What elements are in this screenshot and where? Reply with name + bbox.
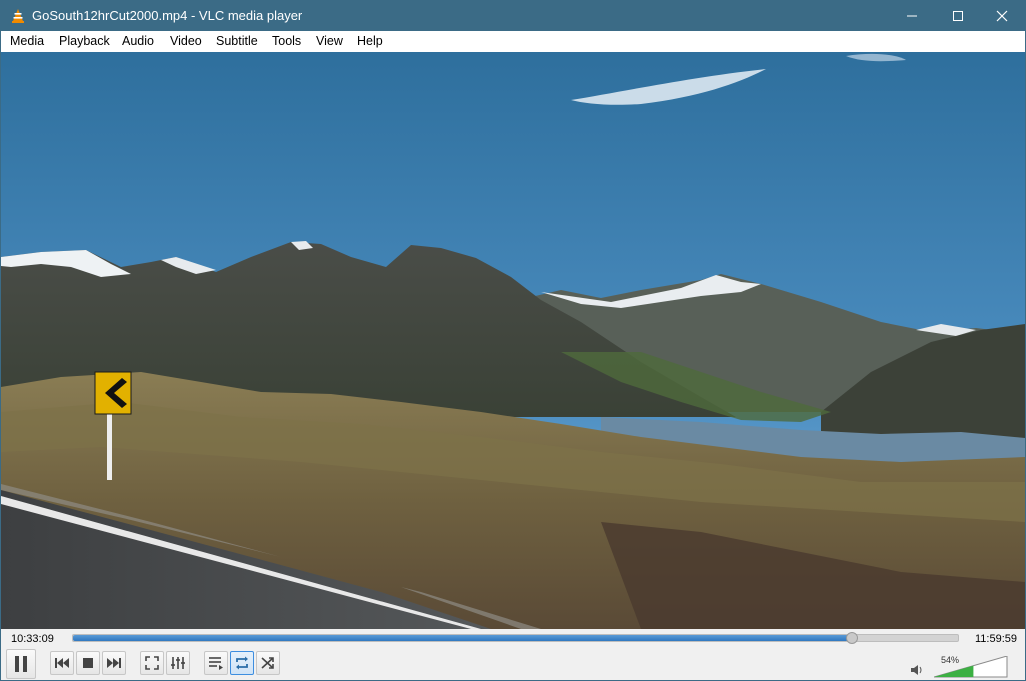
video-display[interactable] — [1, 52, 1025, 629]
seek-progress — [73, 635, 852, 641]
elapsed-time[interactable]: 10:33:09 — [11, 633, 54, 645]
menu-playback[interactable]: Playback — [59, 34, 110, 48]
controls-bar: 10:33:09 11:59:59 54% — [1, 629, 1025, 680]
shuffle-icon — [261, 657, 274, 669]
menu-media[interactable]: Media — [10, 34, 44, 48]
playlist-button[interactable] — [204, 651, 228, 675]
maximize-button[interactable] — [935, 1, 981, 31]
vlc-cone-icon — [12, 9, 24, 23]
menu-tools[interactable]: Tools — [272, 34, 301, 48]
stop-icon — [83, 658, 93, 668]
title-bar[interactable]: GoSouth12hrCut2000.mp4 - VLC media playe… — [1, 1, 1025, 31]
window-title: GoSouth12hrCut2000.mp4 - VLC media playe… — [32, 8, 303, 23]
playlist-icon — [209, 657, 223, 670]
equalizer-icon — [171, 657, 185, 669]
menu-video[interactable]: Video — [170, 34, 202, 48]
next-button[interactable] — [102, 651, 126, 675]
previous-icon — [55, 658, 69, 668]
loop-button[interactable] — [230, 651, 254, 675]
total-time[interactable]: 11:59:59 — [975, 633, 1017, 645]
shuffle-button[interactable] — [256, 651, 280, 675]
menu-audio[interactable]: Audio — [122, 34, 154, 48]
menu-help[interactable]: Help — [357, 34, 383, 48]
pause-icon — [15, 656, 27, 672]
menu-bar: Media Playback Audio Video Subtitle Tool… — [1, 31, 1025, 52]
minimize-button[interactable] — [889, 1, 935, 31]
menu-view[interactable]: View — [316, 34, 343, 48]
extended-settings-button[interactable] — [166, 651, 190, 675]
stop-button[interactable] — [76, 651, 100, 675]
previous-button[interactable] — [50, 651, 74, 675]
next-icon — [107, 658, 121, 668]
minimize-icon — [907, 15, 917, 17]
vlc-window: GoSouth12hrCut2000.mp4 - VLC media playe… — [0, 0, 1026, 681]
fullscreen-button[interactable] — [140, 651, 164, 675]
speaker-icon[interactable] — [910, 664, 924, 676]
seek-slider[interactable] — [72, 632, 959, 644]
maximize-icon — [953, 11, 963, 21]
close-icon — [996, 10, 1008, 22]
close-button[interactable] — [979, 1, 1025, 31]
menu-subtitle[interactable]: Subtitle — [216, 34, 258, 48]
pause-button[interactable] — [6, 649, 36, 679]
video-frame — [1, 52, 1025, 629]
loop-icon — [236, 656, 248, 670]
seek-handle[interactable] — [845, 632, 858, 644]
fullscreen-icon — [145, 656, 159, 670]
volume-slider[interactable] — [934, 656, 1008, 678]
